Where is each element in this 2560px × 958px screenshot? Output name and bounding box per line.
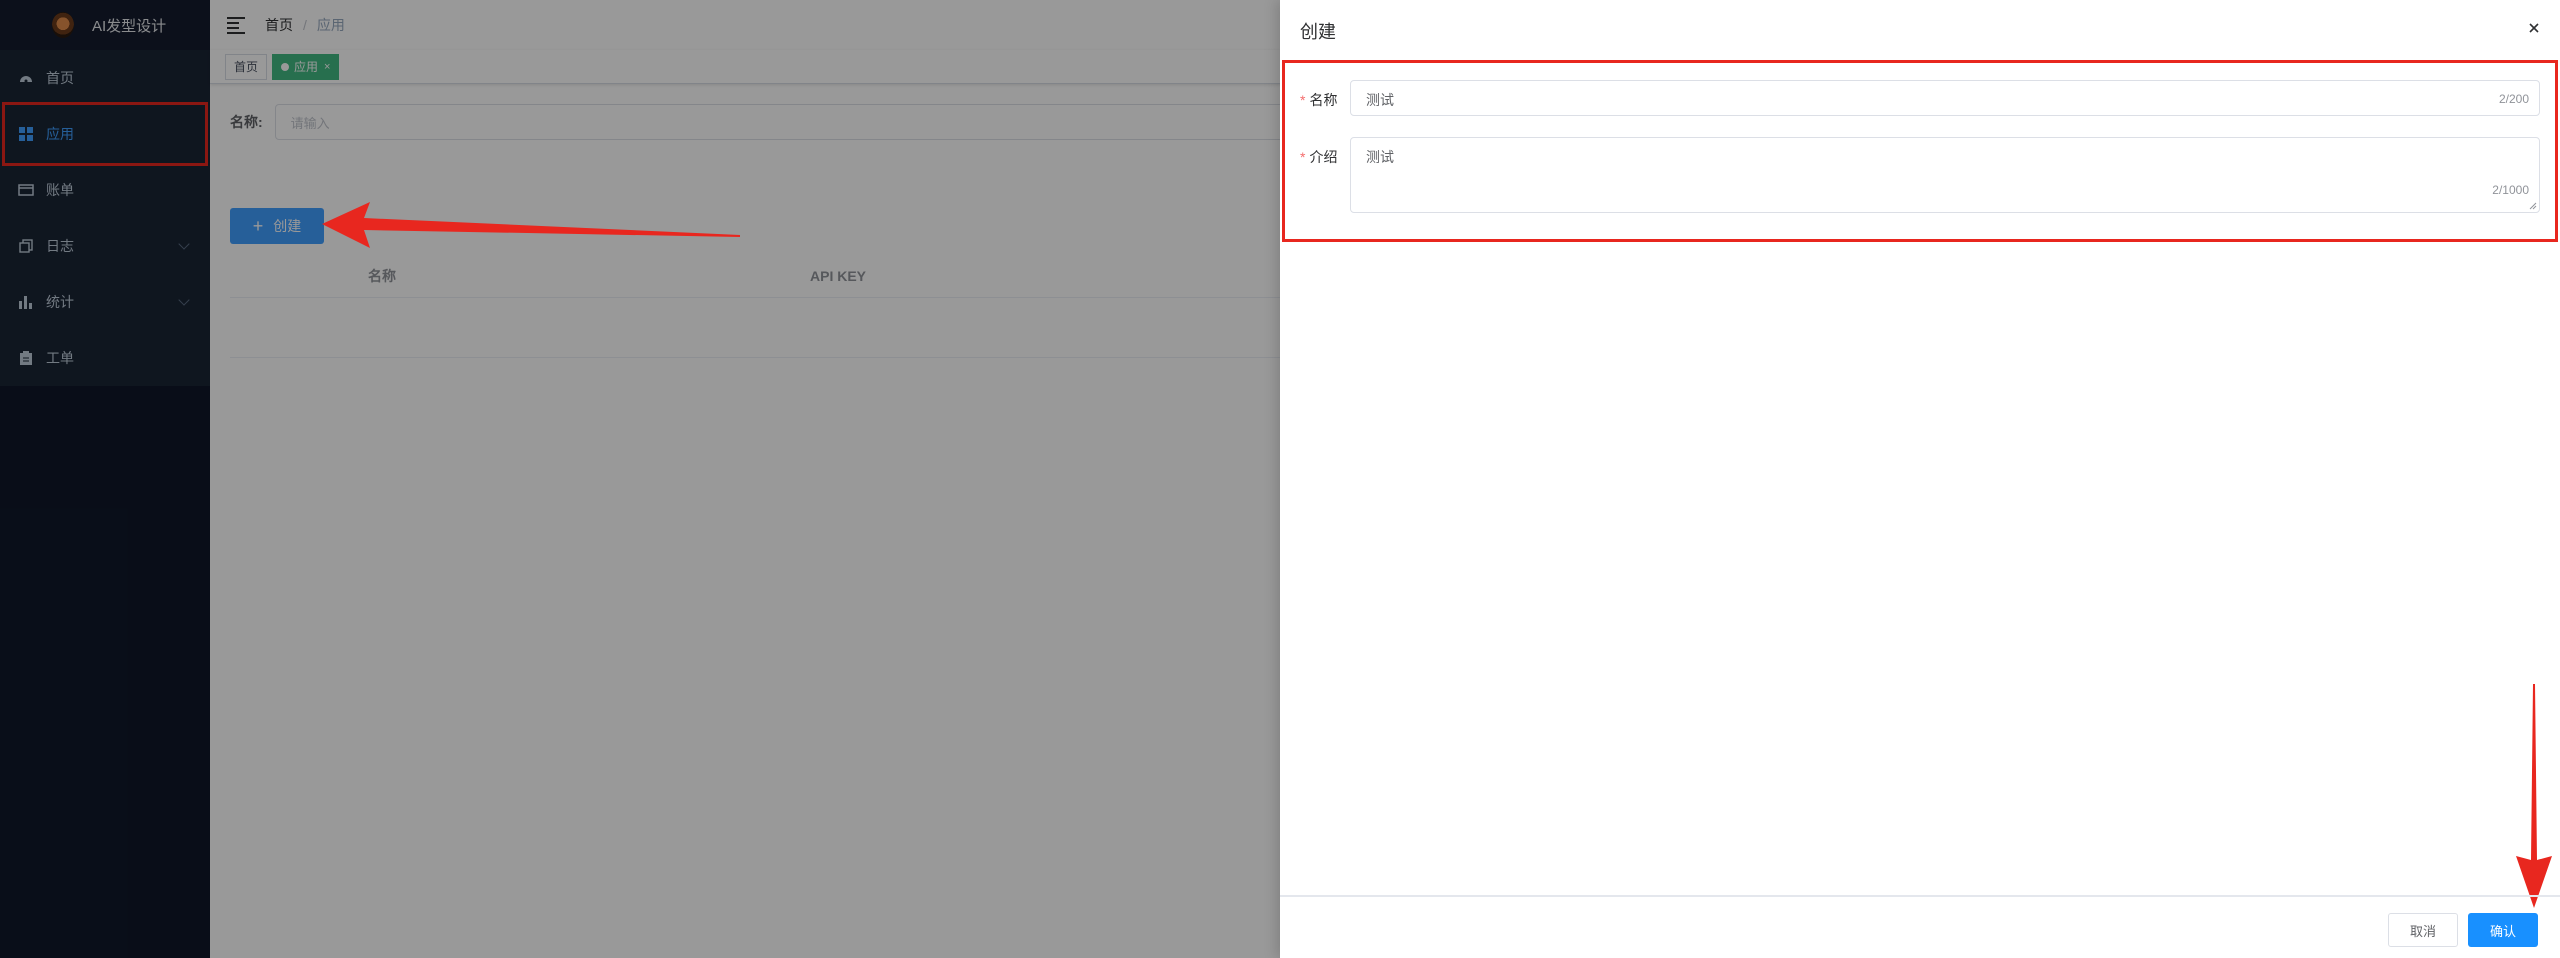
name-label-text: 名称 — [1309, 92, 1338, 108]
drawer-title: 创建 — [1300, 22, 1336, 42]
cancel-button-label: 取消 — [2409, 923, 2436, 939]
confirm-button-label: 确认 — [2489, 923, 2516, 939]
name-label: * 名称 — [1300, 90, 1337, 110]
required-icon: * — [1300, 92, 1306, 108]
name-char-count: 2/200 — [2498, 92, 2529, 106]
create-drawer: 创建 * 名称 测试 2/200 * 介绍 测试 2/1000 取消 确认 — [1280, 0, 2560, 958]
resize-handle-icon[interactable] — [2529, 202, 2537, 210]
intro-field-value: 测试 — [1366, 149, 1394, 165]
name-field[interactable]: 测试 2/200 — [1350, 80, 2540, 116]
annotation-arrow-icon — [2516, 684, 2552, 908]
annotation-arrow-icon — [322, 202, 740, 248]
cancel-button[interactable]: 取消 — [2388, 913, 2458, 947]
intro-label: * 介绍 — [1300, 147, 1337, 167]
confirm-button[interactable]: 确认 — [2468, 913, 2538, 947]
intro-char-count: 2/1000 — [2492, 183, 2529, 197]
required-icon: * — [1300, 149, 1306, 165]
drawer-footer: 取消 确认 — [1280, 895, 2560, 958]
name-field-value: 测试 — [1366, 92, 1394, 108]
intro-textarea[interactable]: 测试 2/1000 — [1350, 137, 2540, 213]
intro-label-text: 介绍 — [1309, 149, 1338, 165]
modal-overlay[interactable] — [0, 0, 1280, 958]
close-icon[interactable] — [2526, 20, 2542, 36]
